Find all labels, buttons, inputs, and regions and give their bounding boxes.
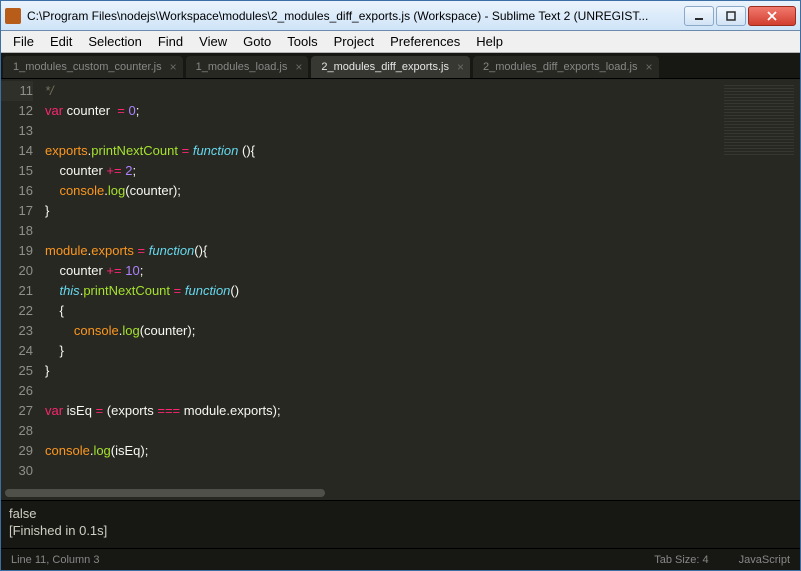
line-number: 13 bbox=[1, 121, 33, 141]
tab-close-icon[interactable]: × bbox=[646, 60, 653, 74]
menu-find[interactable]: Find bbox=[150, 32, 191, 51]
code-line bbox=[45, 121, 710, 141]
line-number: 24 bbox=[1, 341, 33, 361]
menu-edit[interactable]: Edit bbox=[42, 32, 80, 51]
line-number-gutter: 1112131415161718192021222324252627282930 bbox=[1, 79, 41, 486]
minimap-preview bbox=[724, 85, 794, 155]
line-number: 20 bbox=[1, 261, 33, 281]
code-line: console.log(counter); bbox=[45, 181, 710, 201]
code-line: console.log(counter); bbox=[45, 321, 710, 341]
line-number: 14 bbox=[1, 141, 33, 161]
line-number: 18 bbox=[1, 221, 33, 241]
app-window: C:\Program Files\nodejs\Workspace\module… bbox=[0, 0, 801, 571]
line-number: 16 bbox=[1, 181, 33, 201]
code-line: { bbox=[45, 301, 710, 321]
line-number: 23 bbox=[1, 321, 33, 341]
line-number: 26 bbox=[1, 381, 33, 401]
menu-file[interactable]: File bbox=[5, 32, 42, 51]
console-line: false bbox=[9, 505, 792, 522]
status-bar: Line 11, Column 3 Tab Size: 4 JavaScript bbox=[1, 548, 800, 570]
tab-label: 2_modules_diff_exports.js bbox=[321, 61, 449, 73]
tab-2_modules_diff_exports-js[interactable]: 2_modules_diff_exports.js × bbox=[311, 56, 470, 78]
line-number: 11 bbox=[1, 81, 33, 101]
code-line: } bbox=[45, 341, 710, 361]
menu-project[interactable]: Project bbox=[326, 32, 382, 51]
line-number: 21 bbox=[1, 281, 33, 301]
code-line bbox=[45, 221, 710, 241]
menu-help[interactable]: Help bbox=[468, 32, 511, 51]
code-line bbox=[45, 461, 710, 481]
menu-view[interactable]: View bbox=[191, 32, 235, 51]
tab-close-icon[interactable]: × bbox=[457, 60, 464, 74]
code-line: counter += 10; bbox=[45, 261, 710, 281]
code-line bbox=[45, 421, 710, 441]
tab-1_modules_custom_counter-js[interactable]: 1_modules_custom_counter.js × bbox=[3, 56, 183, 78]
menu-tools[interactable]: Tools bbox=[279, 32, 325, 51]
code-line: */ bbox=[45, 81, 710, 101]
code-line bbox=[45, 381, 710, 401]
tab-2_modules_diff_exports_load-js[interactable]: 2_modules_diff_exports_load.js × bbox=[473, 56, 659, 78]
status-position[interactable]: Line 11, Column 3 bbox=[11, 554, 99, 566]
line-number: 27 bbox=[1, 401, 33, 421]
menu-preferences[interactable]: Preferences bbox=[382, 32, 468, 51]
line-number: 12 bbox=[1, 101, 33, 121]
code-line: var isEq = (exports === module.exports); bbox=[45, 401, 710, 421]
code-line: module.exports = function(){ bbox=[45, 241, 710, 261]
menubar: FileEditSelectionFindViewGotoToolsProjec… bbox=[1, 31, 800, 53]
menu-selection[interactable]: Selection bbox=[80, 32, 149, 51]
line-number: 17 bbox=[1, 201, 33, 221]
minimap[interactable] bbox=[710, 79, 800, 486]
scrollbar-thumb[interactable] bbox=[5, 489, 325, 497]
line-number: 29 bbox=[1, 441, 33, 461]
code-line: var counter = 0; bbox=[45, 101, 710, 121]
line-number: 19 bbox=[1, 241, 33, 261]
titlebar[interactable]: C:\Program Files\nodejs\Workspace\module… bbox=[1, 1, 800, 31]
horizontal-scrollbar[interactable] bbox=[1, 486, 800, 500]
code-editor[interactable]: */var counter = 0; exports.printNextCount… bbox=[41, 79, 710, 486]
tab-label: 1_modules_custom_counter.js bbox=[13, 61, 162, 73]
app-icon bbox=[5, 8, 21, 24]
minimize-button[interactable] bbox=[684, 6, 714, 26]
code-line: } bbox=[45, 201, 710, 221]
code-line: exports.printNextCount = function (){ bbox=[45, 141, 710, 161]
line-number: 15 bbox=[1, 161, 33, 181]
code-line: counter += 2; bbox=[45, 161, 710, 181]
tab-label: 1_modules_load.js bbox=[196, 61, 288, 73]
tab-close-icon[interactable]: × bbox=[170, 60, 177, 74]
line-number: 22 bbox=[1, 301, 33, 321]
window-title: C:\Program Files\nodejs\Workspace\module… bbox=[27, 9, 684, 23]
close-button[interactable] bbox=[748, 6, 796, 26]
status-syntax[interactable]: JavaScript bbox=[739, 554, 790, 566]
tab-label: 2_modules_diff_exports_load.js bbox=[483, 61, 638, 73]
console-line: [Finished in 0.1s] bbox=[9, 522, 792, 539]
line-number: 28 bbox=[1, 421, 33, 441]
line-number: 25 bbox=[1, 361, 33, 381]
code-line: console.log(isEq); bbox=[45, 441, 710, 461]
code-line: this.printNextCount = function() bbox=[45, 281, 710, 301]
build-output-panel[interactable]: false [Finished in 0.1s] bbox=[1, 500, 800, 548]
window-controls bbox=[684, 6, 796, 26]
tab-1_modules_load-js[interactable]: 1_modules_load.js × bbox=[186, 56, 309, 78]
line-number: 30 bbox=[1, 461, 33, 481]
code-line: } bbox=[45, 361, 710, 381]
status-tab-size[interactable]: Tab Size: 4 bbox=[654, 554, 708, 566]
maximize-button[interactable] bbox=[716, 6, 746, 26]
tab-close-icon[interactable]: × bbox=[295, 60, 302, 74]
menu-goto[interactable]: Goto bbox=[235, 32, 279, 51]
editor-area: 1112131415161718192021222324252627282930… bbox=[1, 79, 800, 486]
tab-bar: 1_modules_custom_counter.js×1_modules_lo… bbox=[1, 53, 800, 79]
